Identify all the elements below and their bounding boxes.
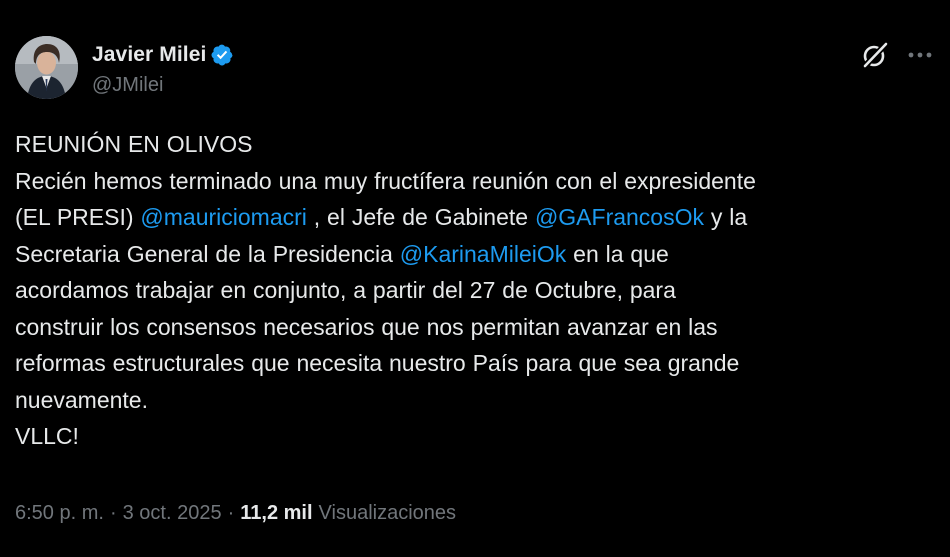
- meta-separator: ·: [227, 502, 235, 524]
- views-label[interactable]: Visualizaciones: [319, 502, 457, 525]
- meta-separator: ·: [109, 502, 117, 524]
- avatar[interactable]: [15, 36, 78, 99]
- tweet-text: REUNIÓN EN OLIVOS Recién hemos terminado…: [15, 126, 920, 455]
- tweet-meta: 6:50 p. m. · 3 oct. 2025 · 11,2 mil Visu…: [15, 502, 456, 525]
- tweet-line: VLLC!: [15, 423, 79, 449]
- mention-link[interactable]: @KarinaMileiOk: [400, 241, 567, 267]
- tweet-line: reformas estructurales que necesita nues…: [15, 350, 740, 376]
- views-count[interactable]: 11,2 mil: [240, 502, 312, 525]
- author-display-name[interactable]: Javier Milei: [92, 43, 206, 67]
- tweet-line: construir los consensos necesarios que n…: [15, 313, 718, 340]
- tweet-line: nuevamente.: [15, 386, 148, 413]
- tweet-line: Secretaria General de la Presidencia: [15, 240, 400, 267]
- post-date[interactable]: 3 oct. 2025: [123, 502, 222, 525]
- author-name-row: Javier Milei: [92, 42, 233, 68]
- tweet-line: y la: [704, 204, 748, 230]
- more-options-icon[interactable]: [906, 41, 934, 69]
- tweet-line: Recién hemos terminado una muy fructífer…: [15, 167, 756, 194]
- post-time[interactable]: 6:50 p. m.: [15, 502, 104, 525]
- tweet-line: REUNIÓN EN OLIVOS: [15, 131, 253, 157]
- author-handle[interactable]: @JMilei: [92, 74, 163, 97]
- grok-icon[interactable]: [860, 40, 890, 70]
- mention-link[interactable]: @mauriciomacri: [140, 204, 306, 230]
- avatar-portrait-icon: [15, 36, 78, 99]
- header-actions: [860, 40, 934, 70]
- tweet-line: (EL PRESI): [15, 204, 141, 230]
- tweet-header: Javier Milei @JMilei: [15, 36, 934, 102]
- tweet-line: en la que: [566, 240, 669, 267]
- mention-link[interactable]: @GAFrancosOk: [535, 204, 704, 230]
- tweet-line: acordamos trabajar en conjunto, a partir…: [15, 277, 676, 303]
- verified-badge-icon[interactable]: [211, 44, 233, 66]
- tweet-line: , el Jefe de Gabinete: [306, 204, 535, 230]
